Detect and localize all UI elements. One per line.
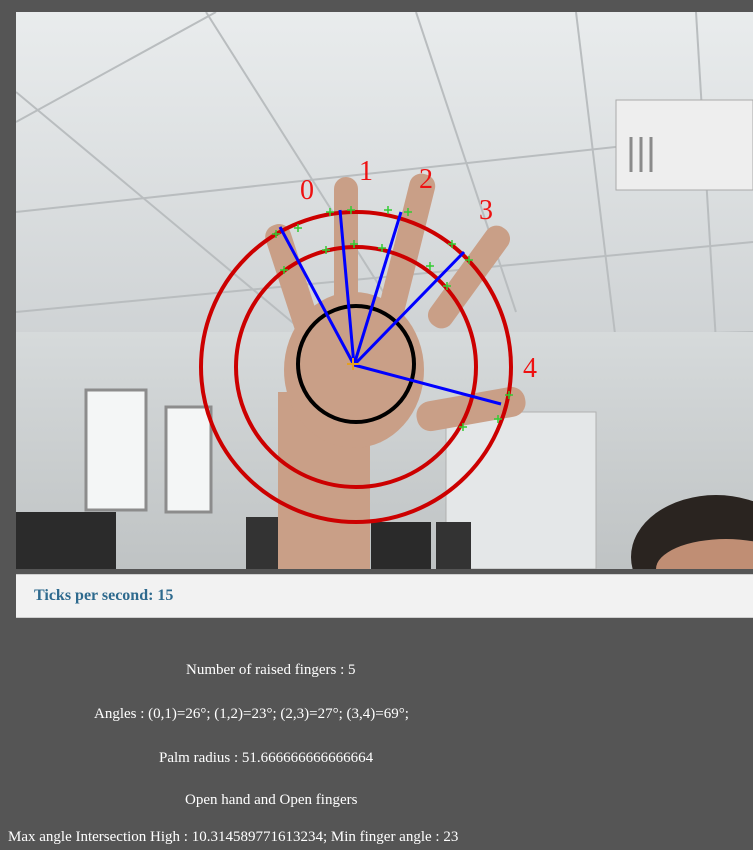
window-left [84,388,148,512]
desk-monitor-2 [246,517,281,569]
finger-label-4: 4 [523,353,537,384]
window-right [164,405,213,514]
ceiling-vent [615,99,753,191]
desk-monitor-3 [371,522,431,569]
angles-text: Angles : (0,1)=26°; (1,2)=23°; (2,3)=27°… [94,706,409,722]
finger-label-2: 2 [419,164,433,195]
ticks-per-second: Ticks per second: 15 [34,587,173,605]
ticks-value: 15 [157,587,174,604]
page: 0 1 2 3 4 Ticks per second: 15 Number of … [0,0,753,850]
ticks-label: Ticks per second: [34,587,154,604]
webcam-view: 0 1 2 3 4 [16,12,753,569]
max-angle-text: Max angle Intersection High : 10.3145897… [8,829,459,845]
palm-radius-text: Palm radius : 51.666666666666664 [159,750,374,766]
raised-fingers-text: Number of raised fingers : 5 [186,662,356,678]
finger-label-1: 1 [359,156,373,187]
hand-state-text: Open hand and Open fingers [185,792,358,808]
finger-label-3: 3 [479,195,493,226]
desk-monitor-1 [16,512,116,569]
ticks-bar: Ticks per second: 15 [16,574,753,618]
finger-label-0: 0 [300,175,314,206]
desk-monitor-4 [436,522,471,569]
hand-detection-overlay: 0 1 2 3 4 [16,12,753,569]
